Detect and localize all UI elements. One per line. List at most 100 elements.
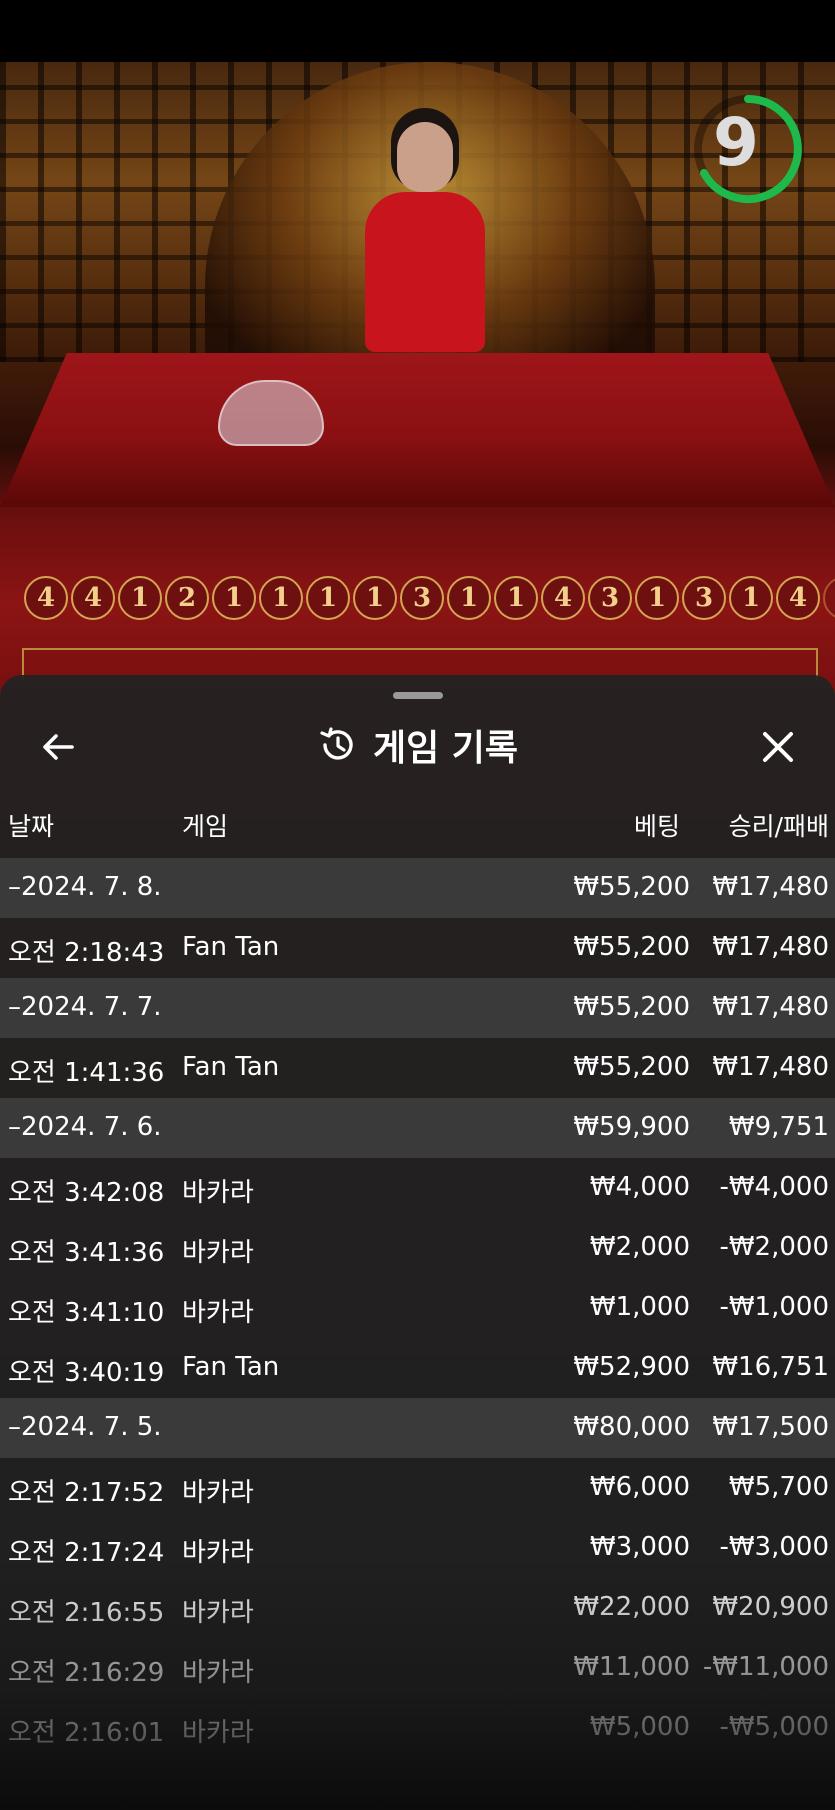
row-bet: ₩5,000 — [589, 1712, 690, 1742]
row-game: 바카라 — [182, 1178, 254, 1208]
row-bet: ₩4,000 — [589, 1172, 690, 1202]
row-game: 바카라 — [182, 1538, 254, 1568]
bead-result: 1 — [447, 576, 491, 620]
history-row[interactable]: 오전 2:17:52 바카라 ₩6,000 ₩5,700 — [0, 1458, 835, 1518]
bead-result: 3 — [682, 576, 726, 620]
history-row[interactable]: 오전 2:18:43 Fan Tan ₩55,200 ₩17,480 — [0, 918, 835, 978]
row-game: Fan Tan — [182, 1052, 280, 1082]
history-row[interactable]: 오전 3:41:36 바카라 ₩2,000 -₩2,000 — [0, 1218, 835, 1278]
history-row[interactable]: 오전 2:16:29 바카라 ₩11,000 -₩11,000 — [0, 1638, 835, 1698]
bead-result: 3 — [400, 576, 444, 620]
row-bet: ₩59,900 — [573, 1112, 690, 1142]
row-bet: ₩55,200 — [573, 1052, 690, 1082]
row-result: -₩1,000 — [719, 1292, 829, 1322]
bead-result: 4 — [71, 576, 115, 620]
row-time: 오전 2:17:52 — [8, 1478, 165, 1508]
date-group-row[interactable]: –2024. 7. 8. ₩55,200 ₩17,480 — [0, 858, 835, 918]
bead-result: 4 — [24, 576, 68, 620]
bead-result: 1 — [259, 576, 303, 620]
row-result: ₩9,751 — [728, 1112, 829, 1142]
row-result: ₩16,751 — [712, 1352, 829, 1382]
row-game: 바카라 — [182, 1238, 254, 1268]
row-result: -₩11,000 — [702, 1652, 829, 1682]
row-game: 바카라 — [182, 1658, 254, 1688]
bead-result: 1 — [306, 576, 350, 620]
history-row[interactable]: 오전 2:16:01 바카라 ₩5,000 -₩5,000 — [0, 1698, 835, 1758]
row-bet: ₩2,000 — [589, 1232, 690, 1262]
row-result: -₩4,000 — [719, 1172, 829, 1202]
bead-result: 3 — [588, 576, 632, 620]
row-time: 오전 2:18:43 — [8, 938, 165, 968]
bead-result: 2 — [165, 576, 209, 620]
column-header-result: 승리/패배 — [728, 812, 829, 841]
row-result: -₩2,000 — [719, 1232, 829, 1262]
column-header-date: 날짜 — [8, 812, 55, 841]
row-bet: ₩1,000 — [589, 1292, 690, 1322]
row-result: ₩20,900 — [712, 1592, 829, 1622]
row-bet: ₩11,000 — [573, 1652, 690, 1682]
row-result: ₩17,480 — [712, 872, 829, 902]
row-time: 오전 3:41:10 — [8, 1298, 165, 1328]
row-game: 바카라 — [182, 1598, 254, 1628]
row-time: 오전 3:42:08 — [8, 1178, 165, 1208]
date-group-row[interactable]: –2024. 7. 7. ₩55,200 ₩17,480 — [0, 978, 835, 1038]
history-row[interactable]: 오전 3:40:19 Fan Tan ₩52,900 ₩16,751 — [0, 1338, 835, 1398]
game-table — [0, 353, 835, 507]
row-bet: ₩6,000 — [589, 1472, 690, 1502]
date-group-row[interactable]: –2024. 7. 6. ₩59,900 ₩9,751 — [0, 1098, 835, 1158]
history-row[interactable]: 오전 3:41:10 바카라 ₩1,000 -₩1,000 — [0, 1278, 835, 1338]
close-button[interactable] — [758, 727, 798, 767]
bead-result: 4 — [776, 576, 820, 620]
row-game: 바카라 — [182, 1298, 254, 1328]
row-bet: ₩3,000 — [589, 1532, 690, 1562]
row-time: 오전 2:16:29 — [8, 1658, 165, 1688]
dealer-body — [365, 192, 485, 352]
date-group-row[interactable]: –2024. 7. 5. ₩80,000 ₩17,500 — [0, 1398, 835, 1458]
column-header-game: 게임 — [182, 812, 229, 841]
history-row[interactable]: 오전 3:42:08 바카라 ₩4,000 -₩4,000 — [0, 1158, 835, 1218]
row-game: Fan Tan — [182, 932, 280, 962]
row-date: –2024. 7. 8. — [8, 872, 162, 902]
dealer — [355, 122, 495, 352]
row-time: 오전 3:40:19 — [8, 1358, 165, 1388]
sheet-drag-handle[interactable] — [393, 692, 443, 699]
row-time: 오전 2:16:55 — [8, 1598, 165, 1628]
row-game: Fan Tan — [182, 1352, 280, 1382]
row-time: 오전 3:41:36 — [8, 1238, 165, 1268]
row-result: -₩5,000 — [719, 1712, 829, 1742]
row-result: -₩3,000 — [719, 1532, 829, 1562]
game-history-sheet: 게임 기록 날짜 게임 베팅 승리/패배 –2024. 7. 8. ₩55,200… — [0, 675, 835, 1810]
bead-result: 1 — [729, 576, 773, 620]
row-result: ₩17,480 — [712, 932, 829, 962]
history-row[interactable]: 오전 2:17:24 바카라 ₩3,000 -₩3,000 — [0, 1518, 835, 1578]
row-game: 바카라 — [182, 1718, 254, 1748]
bead-result: 1 — [823, 576, 835, 620]
row-bet: ₩55,200 — [573, 932, 690, 962]
row-time: 오전 1:41:36 — [8, 1058, 165, 1088]
row-date: –2024. 7. 6. — [8, 1112, 162, 1142]
countdown-number: 9 — [713, 104, 759, 181]
history-table: –2024. 7. 8. ₩55,200 ₩17,480 오전 2:18:43 Fan … — [0, 858, 835, 1758]
history-icon — [320, 727, 353, 760]
row-time: 오전 2:16:01 — [8, 1718, 165, 1748]
bead-result: 1 — [494, 576, 538, 620]
row-bet: ₩55,200 — [573, 992, 690, 1022]
row-time: 오전 2:17:24 — [8, 1538, 165, 1568]
row-result: ₩17,480 — [712, 992, 829, 1022]
history-row[interactable]: 오전 1:41:36 Fan Tan ₩55,200 ₩17,480 — [0, 1038, 835, 1098]
column-header-bet: 베팅 — [633, 812, 680, 841]
bead-result: 1 — [212, 576, 256, 620]
bead-result: 4 — [541, 576, 585, 620]
row-bet: ₩22,000 — [573, 1592, 690, 1622]
close-icon — [763, 732, 793, 762]
row-bet: ₩52,900 — [573, 1352, 690, 1382]
row-bet: ₩80,000 — [573, 1412, 690, 1442]
row-bet: ₩55,200 — [573, 872, 690, 902]
row-date: –2024. 7. 7. — [8, 992, 162, 1022]
bead-result: 1 — [635, 576, 679, 620]
dealer-head — [397, 122, 453, 192]
row-game: 바카라 — [182, 1478, 254, 1508]
history-row[interactable]: 오전 2:16:55 바카라 ₩22,000 ₩20,900 — [0, 1578, 835, 1638]
row-date: –2024. 7. 5. — [8, 1412, 162, 1442]
row-result: ₩5,700 — [728, 1472, 829, 1502]
